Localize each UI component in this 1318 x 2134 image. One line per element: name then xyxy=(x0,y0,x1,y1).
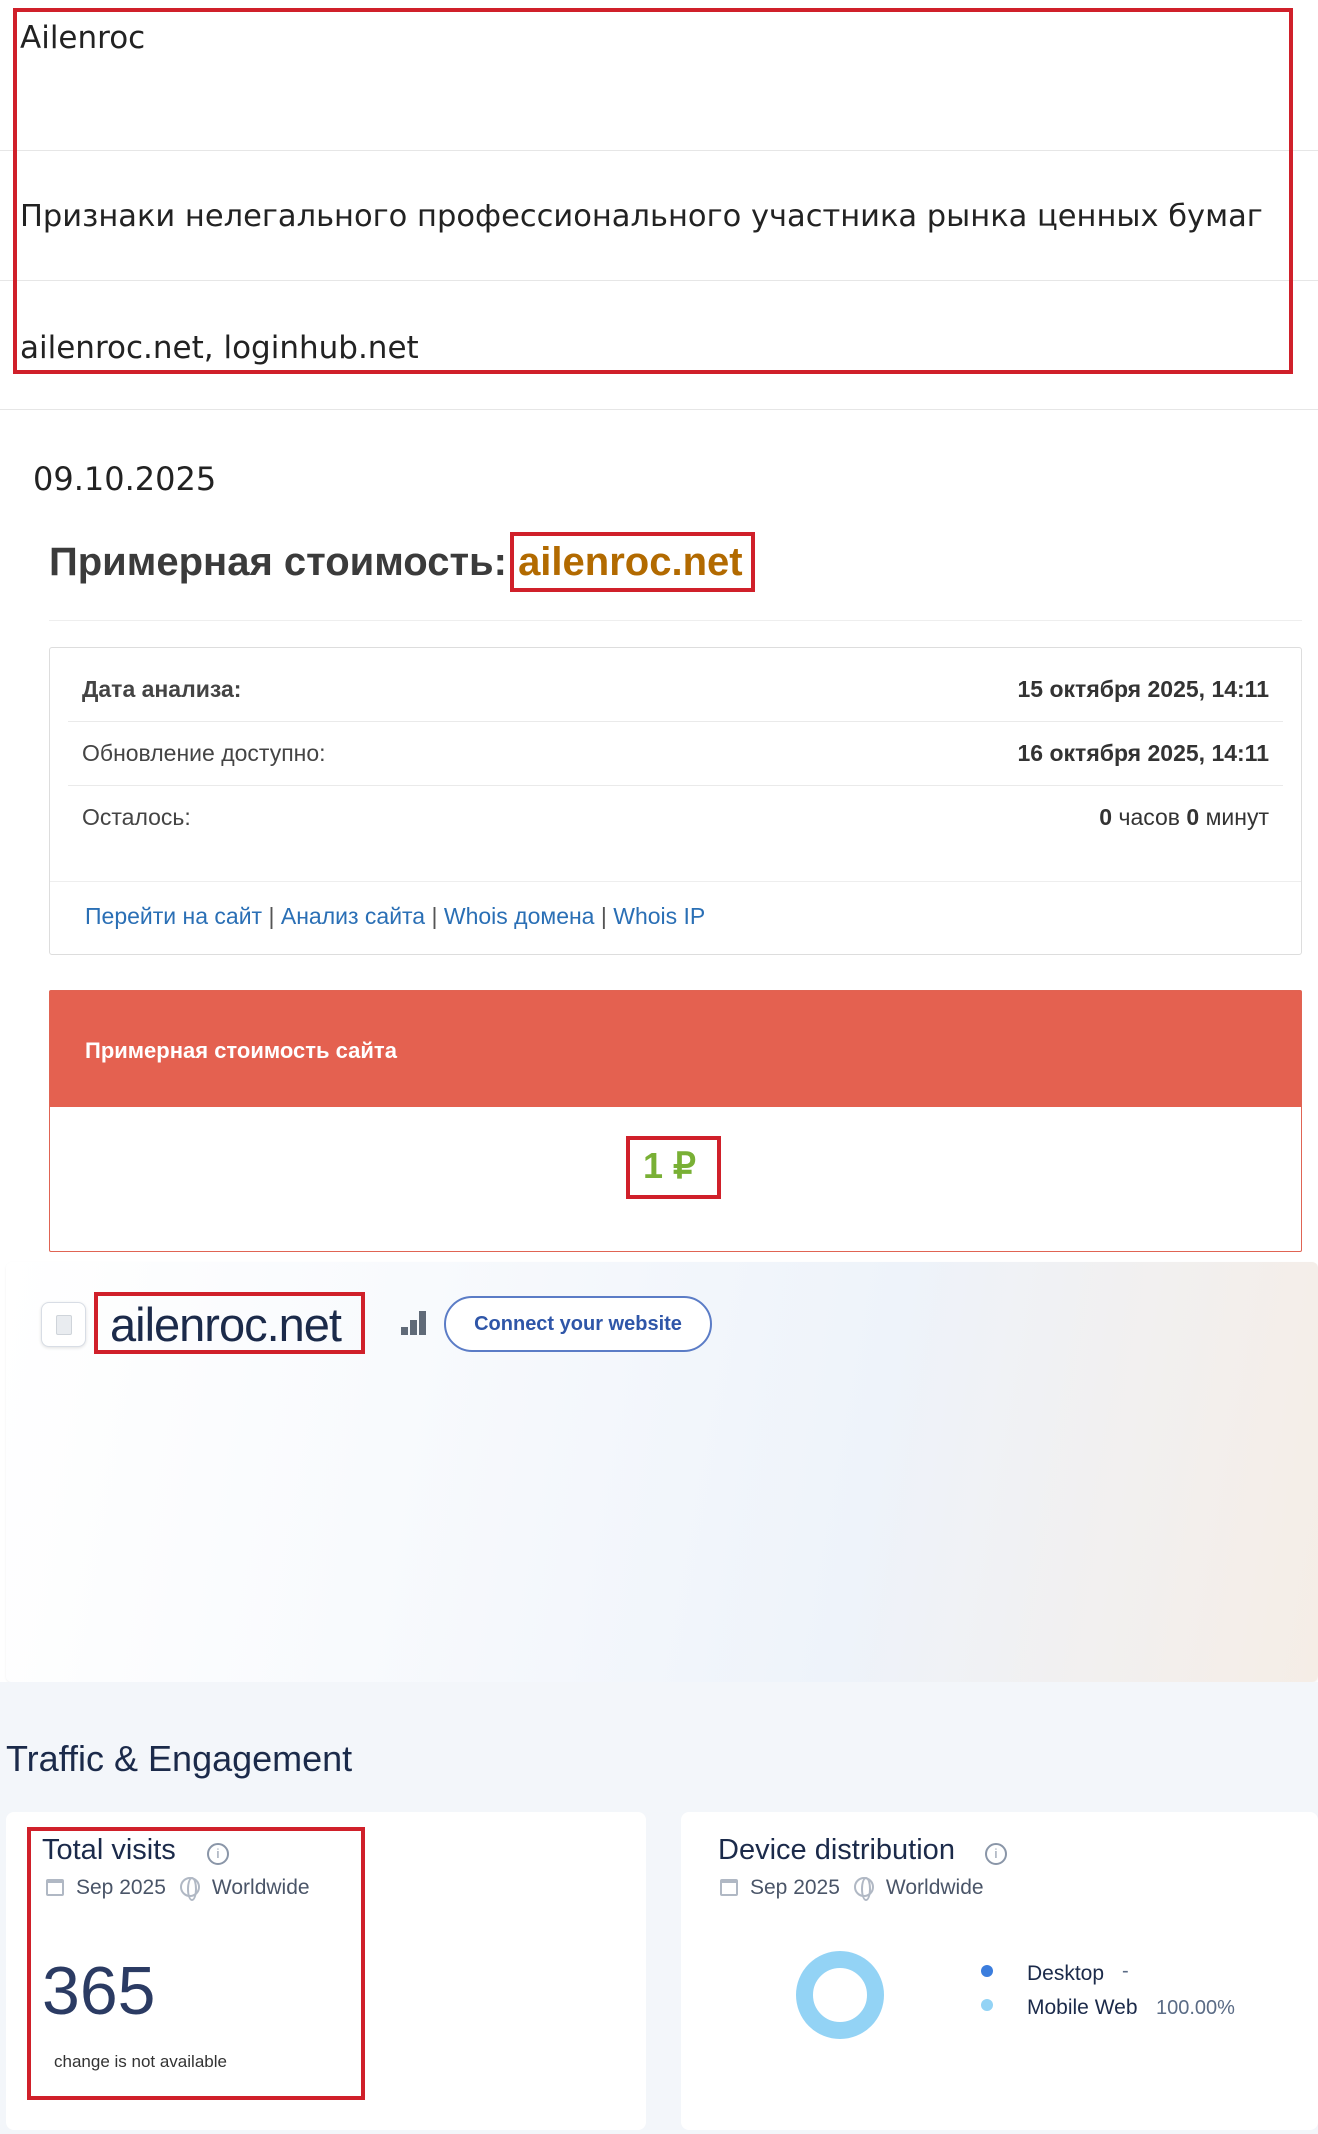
highlight-box xyxy=(27,1827,365,2100)
price-card-title: Примерная стоимость сайта xyxy=(50,991,1301,1107)
remaining-label: Осталось: xyxy=(82,804,191,830)
remaining-row: Осталось: 0 часов 0 минут xyxy=(68,786,1283,850)
calendar-icon xyxy=(720,1879,738,1896)
link-separator: | xyxy=(425,903,444,929)
rank-chart-icon xyxy=(401,1311,427,1335)
report-date: 09.10.2025 xyxy=(33,460,217,498)
site-links: Перейти на сайт | Анализ сайта | Whois д… xyxy=(85,903,705,930)
hours-unit: часов xyxy=(1112,804,1187,830)
divider xyxy=(0,409,1318,410)
highlight-box xyxy=(510,532,755,592)
device-donut-chart xyxy=(796,1951,884,2039)
update-available-value: 16 октября 2025, 14:11 xyxy=(1017,740,1269,766)
link-separator: | xyxy=(262,903,281,929)
minutes-number: 0 xyxy=(1186,804,1200,830)
remaining-value: 0 часов 0 минут xyxy=(1099,804,1269,831)
legend-label-desktop: Desktop xyxy=(1027,1962,1105,1985)
device-meta: Sep 2025 Worldwide xyxy=(720,1876,984,1901)
document-icon xyxy=(56,1315,72,1335)
analysis-card: Дата анализа: 15 октября 2025, 14:11 Обн… xyxy=(49,647,1302,955)
link-separator: | xyxy=(594,903,614,929)
period-label: Sep 2025 xyxy=(750,1876,840,1899)
minutes-unit: минут xyxy=(1199,804,1269,830)
region-label: Worldwide xyxy=(885,1876,984,1899)
link-go-to-site[interactable]: Перейти на сайт xyxy=(85,903,262,929)
analysis-date-value: 15 октября 2025, 14:11 xyxy=(1017,676,1269,702)
update-available-row: Обновление доступно: 16 октября 2025, 14… xyxy=(68,722,1283,786)
legend-value-desktop: - xyxy=(1122,1960,1129,1982)
highlight-box xyxy=(94,1292,365,1354)
highlight-box xyxy=(626,1136,721,1199)
connect-website-button[interactable]: Connect your website xyxy=(444,1296,712,1352)
cost-heading-prefix: Примерная стоимость: xyxy=(49,540,519,584)
legend-dot-mobile xyxy=(981,1999,993,2011)
globe-icon xyxy=(853,1877,874,1901)
info-icon[interactable]: i xyxy=(985,1843,1007,1865)
section-title: Traffic & Engagement xyxy=(6,1738,353,1779)
device-distribution-title: Device distribution xyxy=(718,1834,955,1866)
link-whois-ip[interactable]: Whois IP xyxy=(613,903,705,929)
divider xyxy=(49,620,1302,621)
update-available-label: Обновление доступно: xyxy=(82,740,326,766)
analysis-date-label: Дата анализа: xyxy=(82,676,242,702)
analysis-date-row: Дата анализа: 15 октября 2025, 14:11 xyxy=(68,658,1283,722)
hours-number: 0 xyxy=(1099,804,1113,830)
favicon-icon xyxy=(41,1302,86,1347)
highlight-box xyxy=(13,8,1293,374)
divider xyxy=(50,881,1301,882)
link-site-analysis[interactable]: Анализ сайта xyxy=(281,903,425,929)
price-card: Примерная стоимость сайта 1 ₽ xyxy=(49,990,1302,1252)
link-whois-domain[interactable]: Whois домена xyxy=(444,903,595,929)
legend-label-mobile: Mobile Web xyxy=(1027,1996,1138,2019)
legend-value-mobile: 100.00% xyxy=(1156,1997,1235,2019)
legend-dot-desktop xyxy=(981,1965,993,1977)
